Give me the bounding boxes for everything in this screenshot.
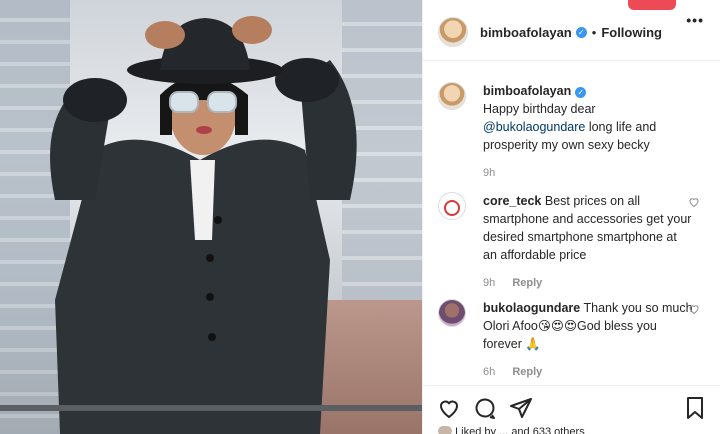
woman-in-coat-illustration bbox=[50, 16, 357, 434]
post-photo[interactable] bbox=[0, 0, 422, 434]
post-side-panel: bimboafolayan ✓ • Following ••• bimboafo… bbox=[422, 0, 720, 434]
comment-username[interactable]: bukolaogundare bbox=[483, 301, 580, 315]
comment-body: core_teck Best prices on all smartphone … bbox=[483, 192, 693, 292]
comment-icon[interactable] bbox=[473, 396, 497, 420]
heart-icon[interactable] bbox=[437, 396, 461, 420]
likes-summary[interactable]: Liked by ... and 633 others bbox=[438, 426, 585, 434]
caption-body: bimboafolayan ✓ Happy birthday dear @buko… bbox=[483, 82, 693, 182]
comment-meta: 6h Reply bbox=[483, 363, 693, 381]
caption-mention-link[interactable]: @bukolaogundare bbox=[483, 120, 585, 134]
verified-icon: ✓ bbox=[575, 87, 587, 98]
caption: bimboafolayan ✓ Happy birthday dear @buko… bbox=[438, 82, 708, 182]
header-separator: • bbox=[591, 24, 597, 40]
heart-icon[interactable] bbox=[688, 303, 700, 315]
reply-button[interactable]: Reply bbox=[512, 366, 542, 378]
reply-button[interactable]: Reply bbox=[512, 277, 542, 289]
comment-time: 9h bbox=[483, 277, 496, 289]
comment-body: bukolaogundare Thank you so much Olori A… bbox=[483, 299, 693, 381]
comment-meta: 9h Reply bbox=[483, 274, 693, 292]
header-divider bbox=[423, 60, 720, 61]
save-icon[interactable] bbox=[683, 396, 707, 420]
post-header: bimboafolayan ✓ • Following bbox=[423, 12, 720, 52]
caption-text-start: Happy birthday dear bbox=[483, 102, 596, 116]
post-actions bbox=[423, 386, 720, 430]
liker-avatar bbox=[438, 426, 452, 434]
caption-meta: 9h bbox=[483, 164, 693, 182]
list-item: core_teck Best prices on all smartphone … bbox=[438, 192, 708, 292]
likes-text: Liked by ... and 633 others bbox=[455, 426, 585, 434]
more-icon[interactable]: ••• bbox=[686, 12, 704, 28]
caption-username[interactable]: bimboafolayan bbox=[483, 84, 571, 98]
heart-icon[interactable] bbox=[688, 196, 700, 208]
following-button[interactable]: Following bbox=[601, 25, 662, 40]
comment-avatar[interactable] bbox=[438, 299, 466, 327]
caption-avatar[interactable] bbox=[438, 82, 466, 110]
comment-username[interactable]: core_teck bbox=[483, 194, 541, 208]
author-avatar[interactable] bbox=[438, 17, 468, 47]
comment-time: 6h bbox=[483, 366, 496, 378]
verified-icon: ✓ bbox=[575, 26, 587, 38]
comment-avatar[interactable] bbox=[438, 192, 466, 220]
author-username[interactable]: bimboafolayan bbox=[480, 25, 572, 40]
share-icon[interactable] bbox=[509, 396, 533, 420]
caption-time: 9h bbox=[483, 167, 496, 179]
list-item: bukolaogundare Thank you so much Olori A… bbox=[438, 299, 708, 381]
railing bbox=[0, 405, 422, 411]
